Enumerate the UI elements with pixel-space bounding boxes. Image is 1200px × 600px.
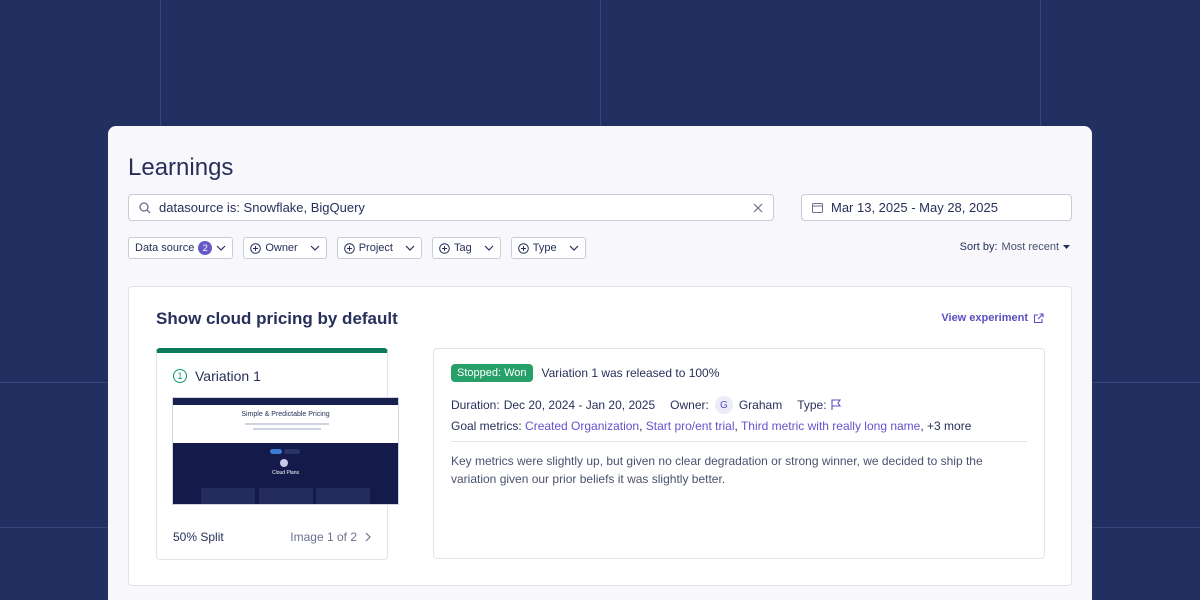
chevron-right-icon[interactable] bbox=[365, 532, 371, 542]
chevron-down-icon bbox=[310, 245, 320, 251]
filter-label: Data source bbox=[135, 242, 195, 254]
variation-name: Variation 1 bbox=[195, 368, 261, 384]
type: Type: bbox=[797, 398, 841, 412]
page-title: Learnings bbox=[128, 154, 234, 181]
filter-label: Owner bbox=[265, 242, 298, 254]
result-details: Stopped: Won Variation 1 was released to… bbox=[433, 348, 1045, 559]
filter-count-badge: 2 bbox=[198, 241, 213, 255]
screenshot-nav bbox=[173, 398, 398, 405]
screenshot-plan-box bbox=[201, 488, 255, 504]
screenshot-section-title: Cloud Plans bbox=[272, 470, 299, 476]
goal-metrics-label: Goal metrics: bbox=[451, 419, 522, 433]
filter-owner[interactable]: Owner bbox=[243, 237, 327, 259]
clear-icon[interactable] bbox=[753, 203, 763, 213]
owner-label: Owner: bbox=[670, 398, 709, 412]
variation-number: 1 bbox=[173, 369, 187, 383]
screenshot-text-line bbox=[253, 428, 321, 430]
search-input[interactable] bbox=[159, 200, 753, 215]
goal-metric-link[interactable]: Created Organization bbox=[525, 419, 639, 433]
chevron-down-icon bbox=[484, 245, 494, 251]
goal-metric-link[interactable]: Third metric with really long name bbox=[741, 419, 920, 433]
filter-type[interactable]: Type bbox=[510, 237, 586, 259]
goal-metrics: Goal metrics: Created Organization, Star… bbox=[451, 419, 972, 433]
sort-label: Sort by: bbox=[959, 241, 998, 253]
caret-down-icon bbox=[1063, 245, 1070, 249]
filter-label: Project bbox=[358, 242, 393, 254]
screenshot-text-line bbox=[245, 423, 329, 425]
experiment-card: Show cloud pricing by default View exper… bbox=[128, 286, 1072, 586]
search-box[interactable] bbox=[128, 194, 774, 221]
filter-label: Type bbox=[532, 242, 557, 254]
screenshot-toggle bbox=[270, 449, 282, 454]
duration-value: Dec 20, 2024 - Jan 20, 2025 bbox=[503, 398, 656, 412]
screenshot-cloud-icon bbox=[280, 459, 288, 467]
owner-name: Graham bbox=[738, 398, 783, 412]
image-counter: Image 1 of 2 bbox=[290, 530, 357, 544]
screenshot-plan-box bbox=[259, 488, 313, 504]
screenshot-headline: Simple & Predictable Pricing bbox=[241, 411, 330, 418]
type-label: Type: bbox=[797, 398, 827, 412]
variation-card: 1 Variation 1 Simple & Predictable Prici… bbox=[156, 348, 399, 560]
plus-circle-icon bbox=[517, 242, 529, 254]
external-link-icon bbox=[1033, 312, 1044, 324]
status-row: Stopped: Won Variation 1 was released to… bbox=[451, 364, 719, 382]
goal-metric-link[interactable]: Start pro/ent trial bbox=[646, 419, 735, 433]
plus-circle-icon bbox=[250, 242, 262, 254]
screenshot-plan-box bbox=[316, 488, 370, 504]
plus-circle-icon bbox=[343, 242, 355, 254]
divider bbox=[451, 441, 1027, 442]
calendar-icon bbox=[812, 202, 823, 213]
date-range-value: Mar 13, 2025 - May 28, 2025 bbox=[831, 200, 998, 215]
split-label: 50% Split bbox=[173, 530, 224, 544]
filter-project[interactable]: Project bbox=[336, 237, 422, 259]
screenshot-toggle bbox=[284, 449, 300, 454]
meta-row: Duration: Dec 20, 2024 - Jan 20, 2025 Ow… bbox=[451, 396, 842, 414]
flag-icon bbox=[831, 399, 842, 411]
plus-circle-icon bbox=[439, 242, 450, 254]
filter-label: Tag bbox=[453, 242, 472, 254]
view-experiment-label: View experiment bbox=[941, 312, 1028, 324]
filter-tag[interactable]: Tag bbox=[431, 237, 501, 259]
chevron-down-icon bbox=[405, 245, 415, 251]
sort-control[interactable]: Sort by: Most recent bbox=[960, 241, 1070, 253]
status-text: Variation 1 was released to 100% bbox=[541, 366, 720, 380]
filter-bar: Data source 2 Owner Project Tag Type bbox=[128, 237, 586, 259]
view-experiment-link[interactable]: View experiment bbox=[941, 312, 1044, 324]
goal-more[interactable]: +3 more bbox=[927, 419, 971, 433]
sort-value: Most recent bbox=[1001, 241, 1059, 253]
image-nav[interactable]: Image 1 of 2 bbox=[290, 530, 371, 544]
filter-data-source[interactable]: Data source 2 bbox=[128, 237, 234, 259]
avatar: G bbox=[714, 396, 733, 414]
chevron-down-icon bbox=[569, 245, 579, 251]
learning-notes: Key metrics were slightly up, but given … bbox=[451, 454, 983, 486]
search-icon bbox=[139, 201, 151, 214]
duration: Duration: Dec 20, 2024 - Jan 20, 2025 bbox=[451, 398, 655, 412]
variation-footer: 50% Split Image 1 of 2 bbox=[173, 530, 371, 544]
experiment-title: Show cloud pricing by default bbox=[156, 309, 398, 328]
date-range-picker[interactable]: Mar 13, 2025 - May 28, 2025 bbox=[801, 194, 1072, 221]
chevron-down-icon bbox=[216, 245, 226, 251]
learnings-panel: Learnings Mar 13, 2025 - May 28, 2025 Da… bbox=[108, 126, 1092, 600]
variation-screenshot[interactable]: Simple & Predictable Pricing Cloud Plans bbox=[172, 397, 399, 505]
duration-label: Duration: bbox=[451, 398, 500, 412]
variation-header: 1 Variation 1 bbox=[173, 368, 261, 384]
owner: Owner: G Graham bbox=[670, 396, 782, 414]
status-badge: Stopped: Won bbox=[451, 364, 533, 382]
